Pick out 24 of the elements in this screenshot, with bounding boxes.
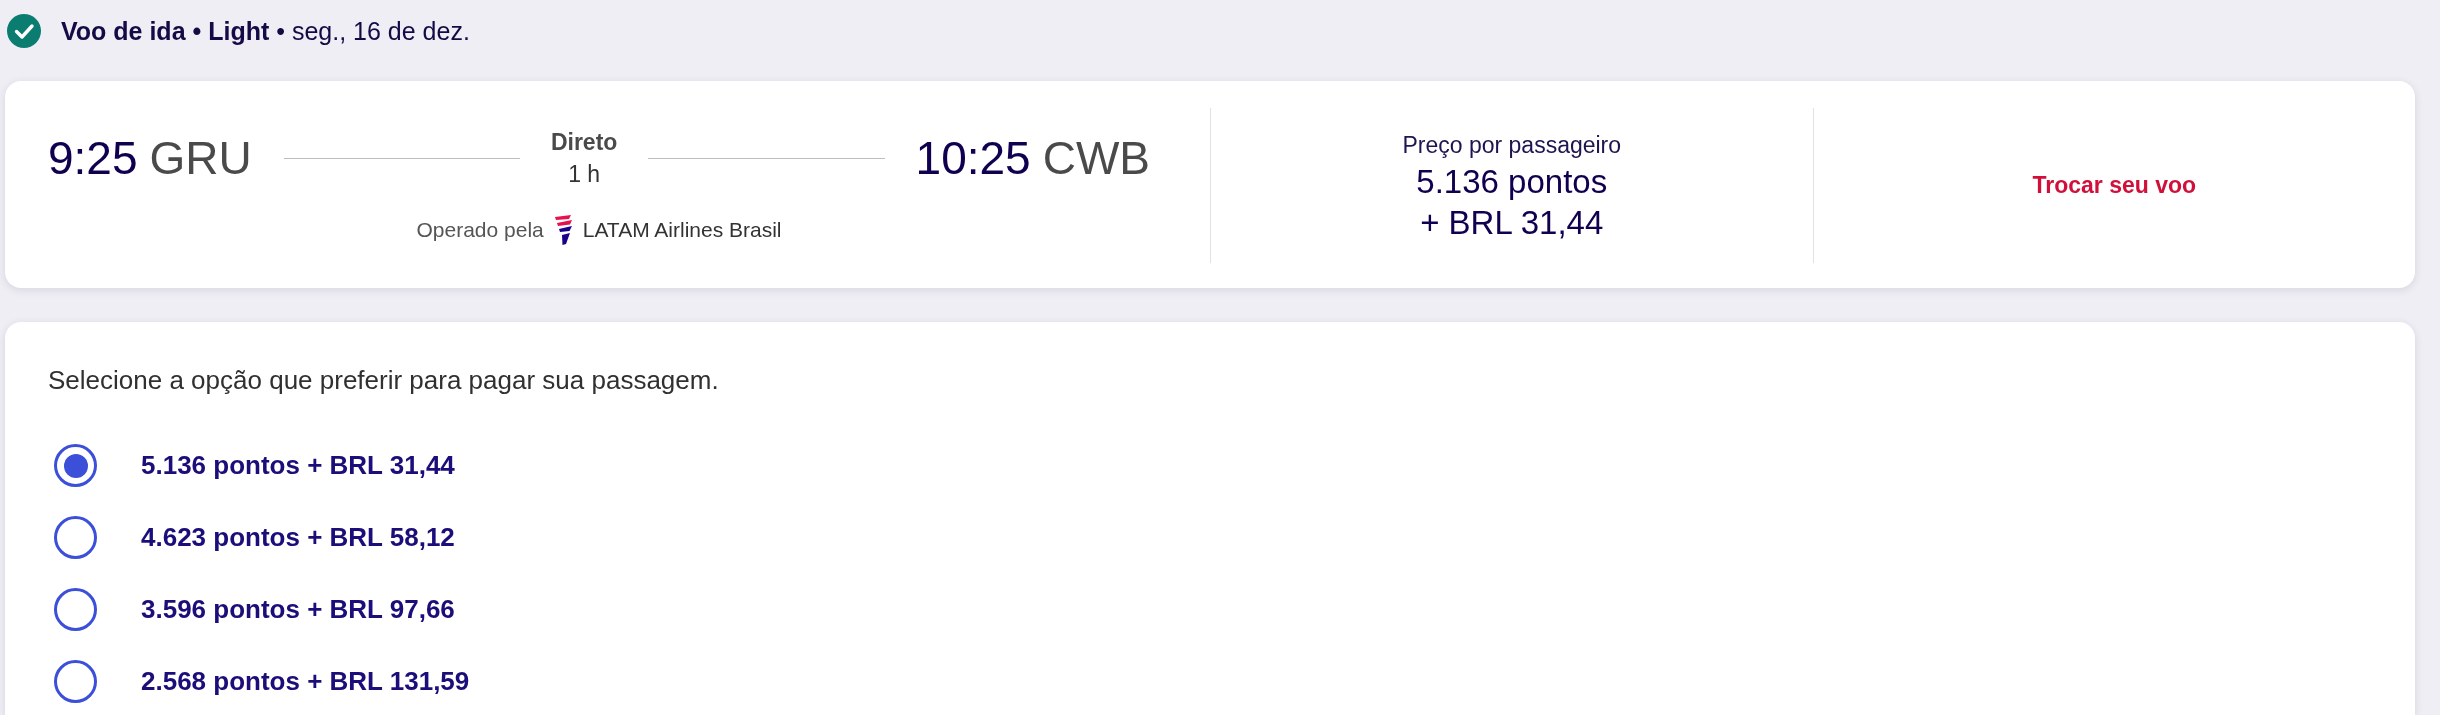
- price-label: Preço por passageiro: [1402, 130, 1622, 160]
- operated-by-label: Operado pela: [416, 217, 544, 243]
- airline-logo-icon: [553, 215, 573, 245]
- payment-option-label[interactable]: 4.623 pontos + BRL 58,12: [141, 522, 455, 553]
- price-cash: + BRL 31,44: [1420, 202, 1604, 243]
- radio-button[interactable]: [54, 516, 97, 559]
- payment-option-label[interactable]: 3.596 pontos + BRL 97,66: [141, 594, 455, 625]
- departure-airport: GRU: [149, 132, 252, 184]
- connection-type: Direto: [550, 128, 618, 157]
- departure-time: 9:25: [48, 132, 138, 184]
- payment-prompt: Selecione a opção que preferir para pagar sua passagem.: [48, 364, 720, 397]
- arrival-time: 10:25: [915, 132, 1031, 184]
- radio-button[interactable]: [54, 444, 97, 487]
- flight-step-title: Voo de ida • Light • seg., 16 de dez.: [61, 16, 470, 46]
- payment-option-label[interactable]: 2.568 pontos + BRL 131,59: [141, 666, 470, 697]
- airline-name: LATAM Airlines Brasil: [582, 217, 782, 243]
- check-circle-icon: [7, 14, 41, 48]
- radio-button[interactable]: [54, 588, 97, 631]
- payment-option-label[interactable]: 5.136 pontos + BRL 31,44: [141, 450, 455, 481]
- price-points: 5.136 pontos: [1416, 161, 1608, 202]
- change-flight-link[interactable]: Trocar seu voo: [2032, 172, 2197, 199]
- flight-duration: 1 h: [568, 160, 601, 189]
- arrival-airport: CWB: [1042, 132, 1150, 184]
- radio-button[interactable]: [54, 660, 97, 703]
